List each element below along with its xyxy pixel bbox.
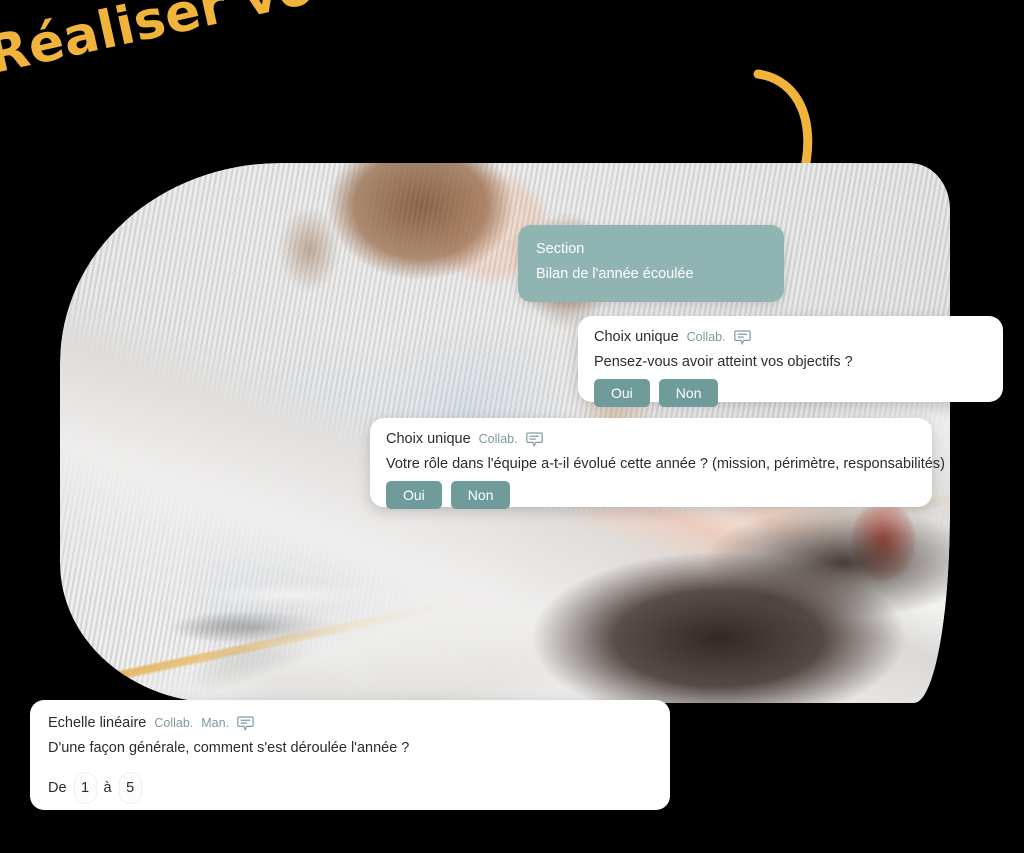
question-type-label: Echelle linéaire [48, 715, 147, 731]
page-title: Réaliser vos trames d'entretiens [0, 0, 945, 86]
question-tag-collaborateur: Collab. [686, 330, 726, 344]
question-type-label: Choix unique [386, 431, 471, 447]
section-card-title: Bilan de l'année écoulée [536, 266, 694, 283]
section-card[interactable]: Section Bilan de l'année écoulée [518, 225, 784, 302]
section-card-label: Section [536, 241, 585, 257]
choice-button-oui[interactable]: Oui [594, 379, 650, 408]
question-tag-collaborateur: Collab. [154, 716, 194, 730]
headline-container: Réaliser vos trames d'entretiens [0, 0, 945, 168]
comment-icon[interactable] [237, 715, 254, 731]
scale-middle-label: à [103, 780, 112, 796]
choice-button-non[interactable]: Non [658, 379, 719, 408]
question-text: D'une façon générale, comment s'est déro… [48, 740, 410, 756]
choice-button-non[interactable]: Non [450, 481, 511, 510]
question-text: Pensez-vous avoir atteint vos objectifs … [594, 354, 853, 370]
question-type-label: Choix unique [594, 329, 679, 345]
poster-canvas: Réaliser vos trames d'entretiens Section… [0, 0, 1024, 853]
question-tag-collaborateur: Collab. [478, 432, 518, 446]
scale-min-input[interactable]: 1 [73, 772, 97, 804]
question-meta: Echelle linéaire Collab. Man. [48, 713, 652, 733]
choice-button-oui[interactable]: Oui [386, 481, 442, 510]
question-choices: Oui Non [386, 481, 916, 510]
comment-icon[interactable] [525, 431, 543, 447]
question-card[interactable]: Echelle linéaire Collab. Man. D'une faço… [30, 700, 670, 810]
scale-max-input[interactable]: 5 [118, 772, 142, 804]
linear-scale-row: De 1 à 5 [48, 772, 652, 804]
question-card[interactable]: Choix unique Collab. Votre rôle dans l'é… [370, 418, 945, 510]
question-text: Votre rôle dans l'équipe a-t-il évolué c… [386, 456, 945, 472]
comment-icon[interactable] [733, 329, 751, 345]
scale-prefix-label: De [48, 780, 67, 796]
question-meta: Choix unique Collab. [594, 327, 987, 347]
question-card[interactable]: Choix unique Collab. Pensez-vous avoir a… [578, 316, 1003, 408]
question-choices: Oui Non [594, 379, 987, 408]
question-tag-manager: Man. [201, 716, 230, 730]
question-meta: Choix unique Collab. [386, 429, 916, 449]
